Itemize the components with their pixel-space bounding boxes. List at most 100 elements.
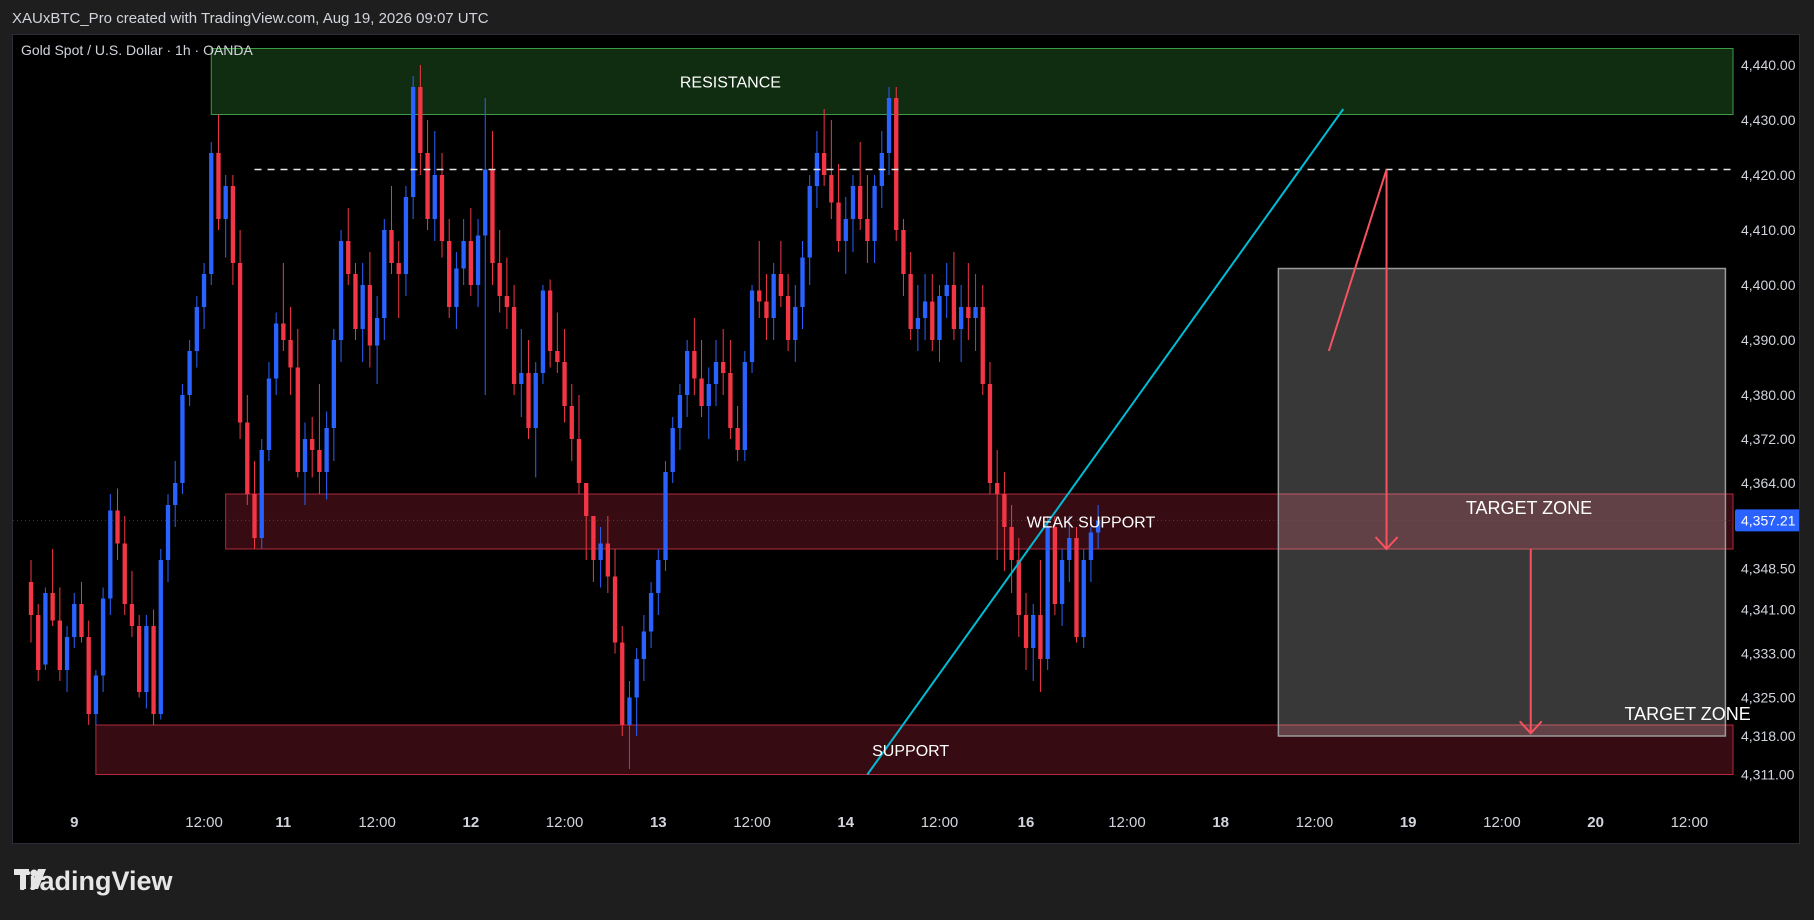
chart-author-caption: XAUxBTC_Pro created with TradingView.com…: [12, 10, 489, 27]
y-tick-label: 4,440.00: [1741, 57, 1796, 73]
candle-body: [475, 235, 481, 285]
candle-body: [50, 593, 55, 621]
candle-body: [216, 153, 221, 219]
x-tick-label: 12:00: [185, 814, 223, 831]
candle-body: [771, 274, 776, 318]
y-tick-label: 4,400.00: [1741, 277, 1796, 293]
candle-body: [800, 257, 805, 307]
x-tick-label: 12:00: [1483, 814, 1521, 831]
candle-body: [634, 659, 639, 698]
candle-body: [57, 620, 63, 670]
candle-body: [151, 626, 156, 714]
chart-panel[interactable]: RESISTANCE WEAK SUPPORT SUPPORT TARGET ZONE…: [12, 34, 1800, 844]
candle-body: [324, 428, 329, 472]
candle-body: [432, 175, 437, 219]
candle-body: [136, 626, 142, 692]
candle-body: [886, 98, 892, 153]
candle-body: [338, 241, 344, 340]
candle-body: [28, 582, 34, 615]
candle-body: [706, 384, 711, 406]
candle-body: [129, 604, 135, 626]
trendline: [866, 108, 1345, 776]
candle-body: [223, 186, 228, 219]
x-tick-label: 12:00: [733, 814, 771, 831]
candle-body: [547, 290, 553, 351]
candle-body: [504, 296, 510, 307]
x-tick-label: 12:00: [1108, 814, 1146, 831]
candle-body: [894, 98, 899, 230]
candle-body: [122, 543, 127, 604]
candle-body: [663, 472, 668, 560]
candle-body: [403, 197, 409, 274]
candle-body: [540, 290, 546, 373]
candle-body: [612, 576, 618, 643]
candle-body: [367, 285, 373, 346]
y-tick-label: 4,348.50: [1741, 560, 1796, 576]
candle-body: [648, 593, 654, 632]
chart-title: Gold Spot / U.S. Dollar · 1h · OANDA: [21, 42, 254, 58]
candle-body: [987, 384, 993, 483]
candle-body: [850, 186, 856, 219]
zone-resistance: [210, 48, 1734, 115]
candle-body: [620, 642, 625, 725]
candle-body: [490, 169, 495, 263]
candle-body: [72, 604, 77, 637]
candle-body: [591, 516, 596, 560]
candle-body: [526, 373, 531, 428]
candle-body: [670, 428, 675, 472]
candle-body: [865, 219, 870, 241]
candle-body: [699, 378, 704, 406]
y-tick-label: 4,341.00: [1741, 602, 1796, 618]
candle-body: [115, 510, 120, 544]
candle-body: [353, 274, 358, 329]
candle-body: [519, 373, 524, 384]
candle-body: [317, 450, 322, 472]
candle-body: [1081, 560, 1086, 637]
candle-body: [245, 422, 250, 494]
candle-body: [295, 367, 300, 472]
candle-body: [533, 373, 538, 428]
x-tick-label: 12:00: [546, 814, 584, 831]
candle-body: [266, 378, 272, 450]
candle-body: [627, 697, 632, 725]
candle-body: [1002, 494, 1007, 527]
candle-body: [288, 340, 293, 368]
candle-body: [209, 153, 214, 274]
x-tick-label: 12:00: [358, 814, 396, 831]
candle-body: [396, 263, 401, 274]
candle-body: [302, 439, 308, 472]
zone-label: WEAK SUPPORT: [1027, 515, 1156, 532]
candle-body: [165, 505, 171, 560]
candle-body: [1067, 538, 1072, 560]
candle-body: [36, 615, 41, 670]
candle-body: [310, 439, 315, 450]
candle-body: [937, 296, 942, 340]
x-tick-label: 12:00: [1671, 814, 1709, 831]
candle-body: [201, 274, 207, 307]
candle-body: [958, 307, 964, 329]
candle-body: [584, 483, 589, 516]
candle-body: [1059, 560, 1065, 604]
last-price-label: 4,357.21: [1741, 512, 1796, 528]
zone-label: SUPPORT: [872, 743, 949, 760]
y-tick-label: 4,410.00: [1741, 222, 1796, 238]
x-tick-label: 14: [837, 814, 854, 831]
candle-body: [821, 153, 827, 175]
candle-body: [187, 351, 192, 395]
x-tick-label: 12:00: [1296, 814, 1334, 831]
candle-body: [1045, 527, 1050, 659]
candle-body: [995, 483, 1000, 494]
candle-body: [930, 301, 935, 340]
candle-body: [764, 301, 769, 318]
candle-body: [64, 637, 70, 670]
candle-body: [79, 604, 84, 637]
candle-body: [569, 406, 574, 439]
candle-body: [1088, 532, 1094, 560]
candle-body: [173, 483, 178, 505]
candle-body: [757, 290, 762, 302]
candle-body: [1023, 615, 1029, 648]
candlestick-chart[interactable]: RESISTANCE WEAK SUPPORT SUPPORT TARGET ZONE…: [13, 35, 1799, 843]
candle-body: [382, 230, 387, 318]
candle-body: [346, 241, 351, 274]
y-tick-label: 4,372.00: [1741, 431, 1796, 447]
